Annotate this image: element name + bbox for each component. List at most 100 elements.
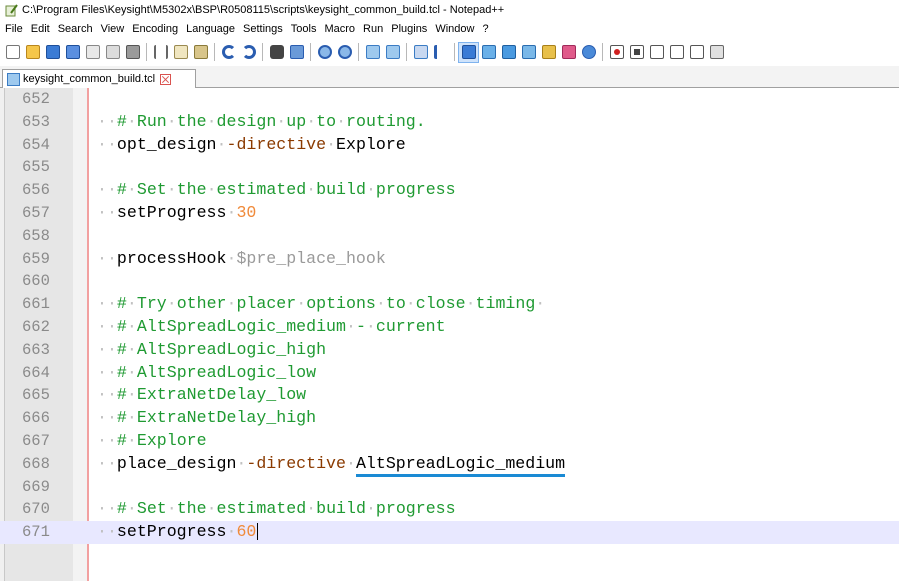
zoom-in-icon[interactable]: [315, 43, 334, 62]
menu-tools[interactable]: Tools: [287, 23, 321, 35]
new-file-icon[interactable]: [3, 43, 22, 62]
line-number: 666: [22, 409, 50, 428]
save-icon[interactable]: [43, 43, 62, 62]
close-icon[interactable]: [83, 43, 102, 62]
line-number: 656: [22, 181, 50, 200]
code-line[interactable]: 670 ··#·Set·the·estimated·build·progress: [0, 498, 899, 521]
line-number: 663: [22, 340, 50, 359]
tab-label: keysight_common_build.tcl: [23, 73, 156, 85]
code-line[interactable]: 653 ··#·Run·the·design·up·to·routing.: [0, 111, 899, 134]
code-text: ··#·Set·the·estimated·build·progress: [97, 499, 456, 519]
open-file-icon[interactable]: [23, 43, 42, 62]
code-line[interactable]: 660: [0, 270, 899, 293]
line-number: 659: [22, 249, 50, 268]
monitoring-icon[interactable]: [559, 43, 578, 62]
window-title: C:\Program Files\Keysight\M5302x\BSP\R05…: [22, 4, 505, 16]
tab-bar: keysight_common_build.tcl: [0, 66, 899, 88]
playback-macro-icon[interactable]: [647, 43, 666, 62]
code-line[interactable]: 659 ··processHook·$pre_place_hook: [0, 248, 899, 271]
user-language-icon[interactable]: [479, 43, 498, 62]
line-number: 657: [22, 204, 50, 222]
code-line[interactable]: 669: [0, 476, 899, 499]
toolbar-separator: [262, 43, 263, 61]
line-number: 661: [22, 295, 50, 314]
menu-view[interactable]: View: [97, 23, 129, 35]
copy-icon[interactable]: [171, 43, 190, 62]
text-caret: [257, 523, 259, 541]
close-tab-icon[interactable]: [160, 73, 172, 85]
menu-window[interactable]: Window: [431, 23, 478, 35]
save-macro-icon[interactable]: [687, 43, 706, 62]
save-all-icon[interactable]: [63, 43, 82, 62]
menu-search[interactable]: Search: [54, 23, 97, 35]
code-text: ··setProgress·60: [97, 522, 259, 542]
code-line[interactable]: 661 ··#·Try·other·placer·options·to·close…: [0, 293, 899, 316]
cut-icon[interactable]: [151, 43, 170, 62]
sync-horizontal-icon[interactable]: [383, 43, 402, 62]
paste-icon[interactable]: [191, 43, 210, 62]
toolbar-separator: [146, 43, 147, 61]
menu-encoding[interactable]: Encoding: [128, 23, 182, 35]
sync-vertical-icon[interactable]: [363, 43, 382, 62]
line-number: 667: [22, 432, 50, 450]
code-line[interactable]: 657 ··setProgress·30: [0, 202, 899, 225]
code-line[interactable]: 671 ··setProgress·60: [0, 521, 899, 544]
code-line[interactable]: 654 ··opt_design·-directive·Explore: [0, 134, 899, 157]
line-number: 658: [22, 226, 50, 245]
code-line[interactable]: 664 ··#·AltSpreadLogic_low: [0, 362, 899, 385]
menu-plugins[interactable]: Plugins: [387, 23, 431, 35]
toolbar-separator: [602, 43, 603, 61]
trim-icon[interactable]: [707, 43, 726, 62]
code-line[interactable]: 656 ··#·Set·the·estimated·build·progress: [0, 179, 899, 202]
menu-macro[interactable]: Macro: [320, 23, 359, 35]
code-text: ··#·Explore: [97, 431, 207, 450]
menu-help[interactable]: ?: [478, 23, 492, 35]
menu-bar: File Edit Search View Encoding Language …: [0, 20, 899, 38]
code-text: ··#·ExtraNetDelay_high: [97, 408, 317, 428]
line-number: 654: [22, 135, 50, 154]
code-line[interactable]: 665 ··#·ExtraNetDelay_low: [0, 384, 899, 407]
show-all-chars-icon[interactable]: [431, 43, 450, 62]
folder-workspace-icon[interactable]: [539, 43, 558, 62]
line-number: 665: [22, 386, 50, 405]
print-icon[interactable]: [123, 43, 142, 62]
tab-keysight-common-build[interactable]: keysight_common_build.tcl: [2, 69, 196, 88]
code-line[interactable]: 655: [0, 156, 899, 179]
code-text: ··setProgress·30: [97, 203, 257, 222]
code-text: ··#·Try·other·placer·options·to·close·ti…: [97, 294, 546, 314]
code-editor[interactable]: 652 653 ··#·Run·the·design·up·to·routing. 6…: [0, 88, 899, 581]
file-icon: [7, 72, 20, 86]
function-list-icon[interactable]: [519, 43, 538, 62]
record-macro-icon[interactable]: [607, 43, 626, 62]
replace-icon[interactable]: [287, 43, 306, 62]
word-wrap-icon[interactable]: [411, 43, 430, 62]
doc-map-icon[interactable]: [499, 43, 518, 62]
menu-language[interactable]: Language: [182, 23, 239, 35]
code-text: ··#·ExtraNetDelay_low: [97, 385, 307, 405]
redo-icon[interactable]: [239, 43, 258, 62]
stop-record-icon[interactable]: [627, 43, 646, 62]
code-line[interactable]: 662 ··#·AltSpreadLogic_medium·-·current: [0, 316, 899, 339]
menu-edit[interactable]: Edit: [27, 23, 54, 35]
code-text: ··opt_design·-directive·Explore: [97, 134, 406, 154]
notepad-plus-plus-icon: [5, 3, 18, 17]
code-line[interactable]: 652: [0, 88, 899, 111]
line-number: 671: [22, 523, 50, 542]
code-line[interactable]: 666 ··#·ExtraNetDelay_high: [0, 407, 899, 430]
run-macro-multiple-icon[interactable]: [667, 43, 686, 62]
menu-file[interactable]: File: [0, 23, 27, 35]
code-line[interactable]: 667 ··#·Explore: [0, 430, 899, 453]
menu-settings[interactable]: Settings: [239, 23, 287, 35]
eye-icon[interactable]: [579, 43, 598, 62]
code-line[interactable]: 658: [0, 225, 899, 248]
menu-run[interactable]: Run: [359, 23, 387, 35]
find-icon[interactable]: [267, 43, 286, 62]
close-all-icon[interactable]: [103, 43, 122, 62]
line-number: 670: [22, 500, 50, 519]
code-line[interactable]: 663 ··#·AltSpreadLogic_high: [0, 339, 899, 362]
indent-guide-icon[interactable]: [458, 41, 479, 63]
code-line[interactable]: 668 ··place_design·-directive·AltSpreadLo…: [0, 453, 899, 477]
line-number: 664: [22, 363, 50, 382]
undo-icon[interactable]: [219, 43, 238, 62]
zoom-out-icon[interactable]: [335, 43, 354, 62]
